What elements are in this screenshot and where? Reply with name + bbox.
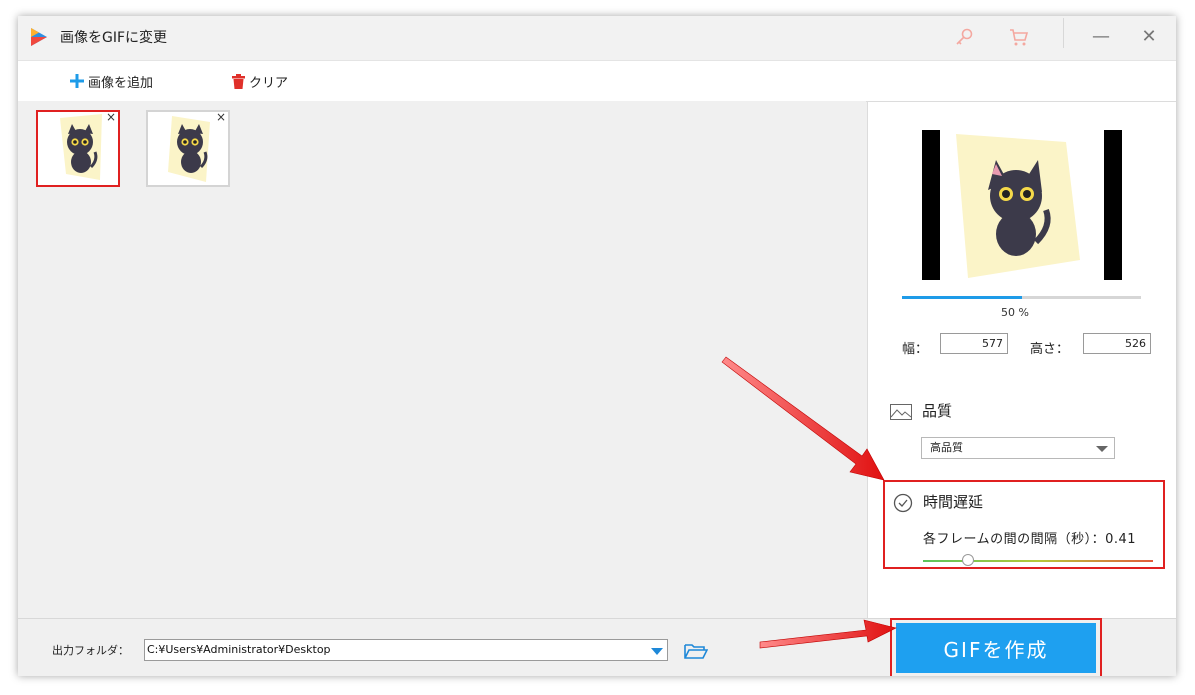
annotation-arrows xyxy=(721,356,897,649)
annotation-arrow-to-create xyxy=(759,619,897,649)
annotation-arrow-to-delay xyxy=(721,356,885,481)
